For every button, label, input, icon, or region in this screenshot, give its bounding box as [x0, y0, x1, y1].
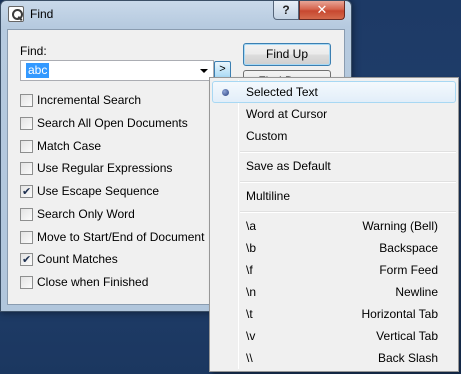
- escape-code: \v: [246, 329, 256, 343]
- menu-item-escape-form-feed[interactable]: \f Form Feed: [212, 259, 456, 281]
- escape-code: \n: [246, 285, 257, 299]
- menu-item-escape-back-slash[interactable]: \\ Back Slash: [212, 347, 456, 369]
- menu-separator: [240, 151, 456, 153]
- options-dropdown-menu: Selected Text Word at Cursor Custom Save…: [209, 77, 459, 372]
- checkbox-label: Count Matches: [37, 252, 118, 266]
- checkbox-label: Search Only Word: [37, 207, 135, 221]
- checkbox[interactable]: [20, 252, 33, 268]
- escape-code: \\: [246, 351, 253, 365]
- find-input-value: abc: [26, 63, 50, 78]
- checkbox-label: Match Case: [37, 139, 102, 153]
- checkbox-label: Incremental Search: [37, 93, 142, 107]
- escape-code: \f: [246, 263, 253, 277]
- menu-item-label: Word at Cursor: [246, 107, 328, 121]
- checkbox[interactable]: [20, 208, 33, 221]
- menu-item-escape-bell[interactable]: \a Warning (Bell): [212, 215, 456, 237]
- checkbox[interactable]: [20, 184, 33, 200]
- escape-name: Horizontal Tab: [361, 307, 439, 321]
- radio-bullet-icon: [222, 89, 229, 96]
- menu-item-custom[interactable]: Custom: [212, 125, 456, 147]
- checkbox-label: Close when Finished: [37, 275, 149, 289]
- dropdown-arrow-icon[interactable]: [200, 69, 208, 73]
- window-title: Find: [30, 7, 54, 21]
- checkbox-label: Use Escape Sequence: [37, 184, 160, 198]
- menu-item-escape-backspace[interactable]: \b Backspace: [212, 237, 456, 259]
- menu-item-escape-horizontal-tab[interactable]: \t Horizontal Tab: [212, 303, 456, 325]
- menu-item-label: Selected Text: [246, 85, 318, 99]
- escape-name: Newline: [395, 285, 438, 299]
- escape-name: Form Feed: [379, 263, 438, 277]
- help-button[interactable]: ?: [273, 1, 299, 20]
- menu-separator: [240, 211, 456, 213]
- escape-code: \b: [246, 241, 257, 255]
- menu-item-label: Multiline: [246, 189, 291, 203]
- checkbox-label: Use Regular Expressions: [37, 161, 173, 175]
- menu-separator: [240, 181, 456, 183]
- escape-name: Vertical Tab: [376, 329, 438, 343]
- find-up-button[interactable]: Find Up: [243, 43, 331, 66]
- escape-name: Back Slash: [377, 351, 438, 365]
- checkbox[interactable]: [20, 162, 33, 175]
- menu-item-selected-text[interactable]: Selected Text: [212, 81, 456, 103]
- escape-code: \a: [246, 219, 257, 233]
- checkbox[interactable]: [20, 117, 33, 130]
- menu-item-word-at-cursor[interactable]: Word at Cursor: [212, 103, 456, 125]
- close-button[interactable]: ✕: [299, 1, 345, 20]
- find-label: Find:: [20, 44, 47, 58]
- checkbox-label: Search All Open Documents: [37, 116, 188, 130]
- title-bar[interactable]: Find ? ✕: [1, 1, 351, 28]
- checkbox[interactable]: [20, 94, 33, 107]
- escape-name: Warning (Bell): [362, 219, 438, 233]
- menu-item-label: Save as Default: [246, 159, 331, 173]
- checkbox[interactable]: [20, 140, 33, 153]
- checkbox[interactable]: [20, 276, 33, 289]
- find-magnifier-icon: [8, 6, 24, 22]
- escape-name: Backspace: [379, 241, 438, 255]
- menu-item-escape-vertical-tab[interactable]: \v Vertical Tab: [212, 325, 456, 347]
- find-input[interactable]: abc: [20, 60, 214, 81]
- menu-item-save-as-default[interactable]: Save as Default: [212, 155, 456, 177]
- menu-item-escape-newline[interactable]: \n Newline: [212, 281, 456, 303]
- checkbox[interactable]: [20, 231, 33, 244]
- menu-item-label: Custom: [246, 129, 288, 143]
- escape-code: \t: [246, 307, 253, 321]
- menu-item-multiline[interactable]: Multiline: [212, 185, 456, 207]
- checkbox-label: Move to Start/End of Document: [37, 230, 205, 244]
